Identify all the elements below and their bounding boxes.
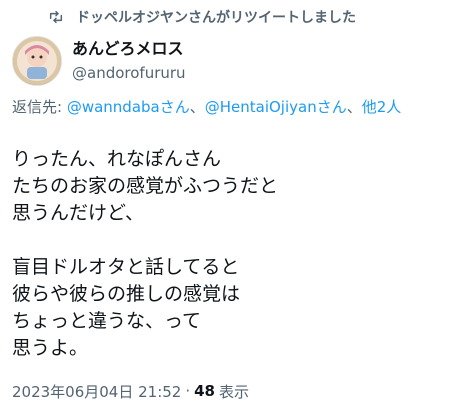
reply-separator: 、 bbox=[189, 98, 205, 116]
author-display-name[interactable]: あんどろメロス bbox=[72, 38, 186, 60]
reply-separator: 、 bbox=[346, 98, 362, 116]
retweet-banner[interactable]: ドッペルオジヤンさんがリツイートしました bbox=[48, 6, 356, 28]
tweet-timestamp[interactable]: 2023年06月04日 21:52 bbox=[12, 381, 181, 402]
reply-mention-others[interactable]: 他2人 bbox=[362, 98, 402, 116]
tweet-line: ちょっと違うな、って bbox=[12, 310, 202, 332]
tweet-line: たちのお家の感覚がふつうだと bbox=[12, 175, 279, 197]
author-handle[interactable]: @andorofururu bbox=[72, 62, 186, 84]
reply-to-prefix: 返信先: bbox=[12, 98, 67, 116]
retweet-text: ドッペルオジヤンさんがリツイートしました bbox=[76, 10, 356, 26]
reply-mention-hentaiojiyan[interactable]: @HentaiOjiyanさん bbox=[205, 98, 347, 116]
meta-separator: · bbox=[185, 382, 191, 400]
author-block[interactable]: あんどろメロス @andorofururu bbox=[72, 38, 186, 84]
avatar[interactable] bbox=[12, 36, 62, 86]
tweet-meta: 2023年06月04日 21:52 · 48 表示 bbox=[12, 380, 249, 402]
tweet-line: りったん、れなぽんさん bbox=[12, 148, 222, 170]
reply-mention-wanndaba[interactable]: @wanndabaさん bbox=[67, 98, 190, 116]
retweet-icon bbox=[48, 9, 64, 25]
views-label[interactable]: 表示 bbox=[219, 381, 249, 402]
views-count[interactable]: 48 bbox=[194, 382, 215, 400]
tweet-line: 盲目ドルオタと話してると bbox=[12, 256, 240, 278]
tweet-line: 思うんだけど、 bbox=[12, 202, 145, 224]
reply-to: 返信先: @wanndabaさん、@HentaiOjiyanさん、他2人 bbox=[12, 96, 462, 118]
tweet-text: りったん、れなぽんさん たちのお家の感覚がふつうだと 思うんだけど、 盲目ドルオ… bbox=[12, 146, 462, 362]
tweet-line: 彼らや彼らの推しの感覚は bbox=[12, 283, 241, 305]
tweet-line: 思うよ。 bbox=[12, 337, 89, 359]
